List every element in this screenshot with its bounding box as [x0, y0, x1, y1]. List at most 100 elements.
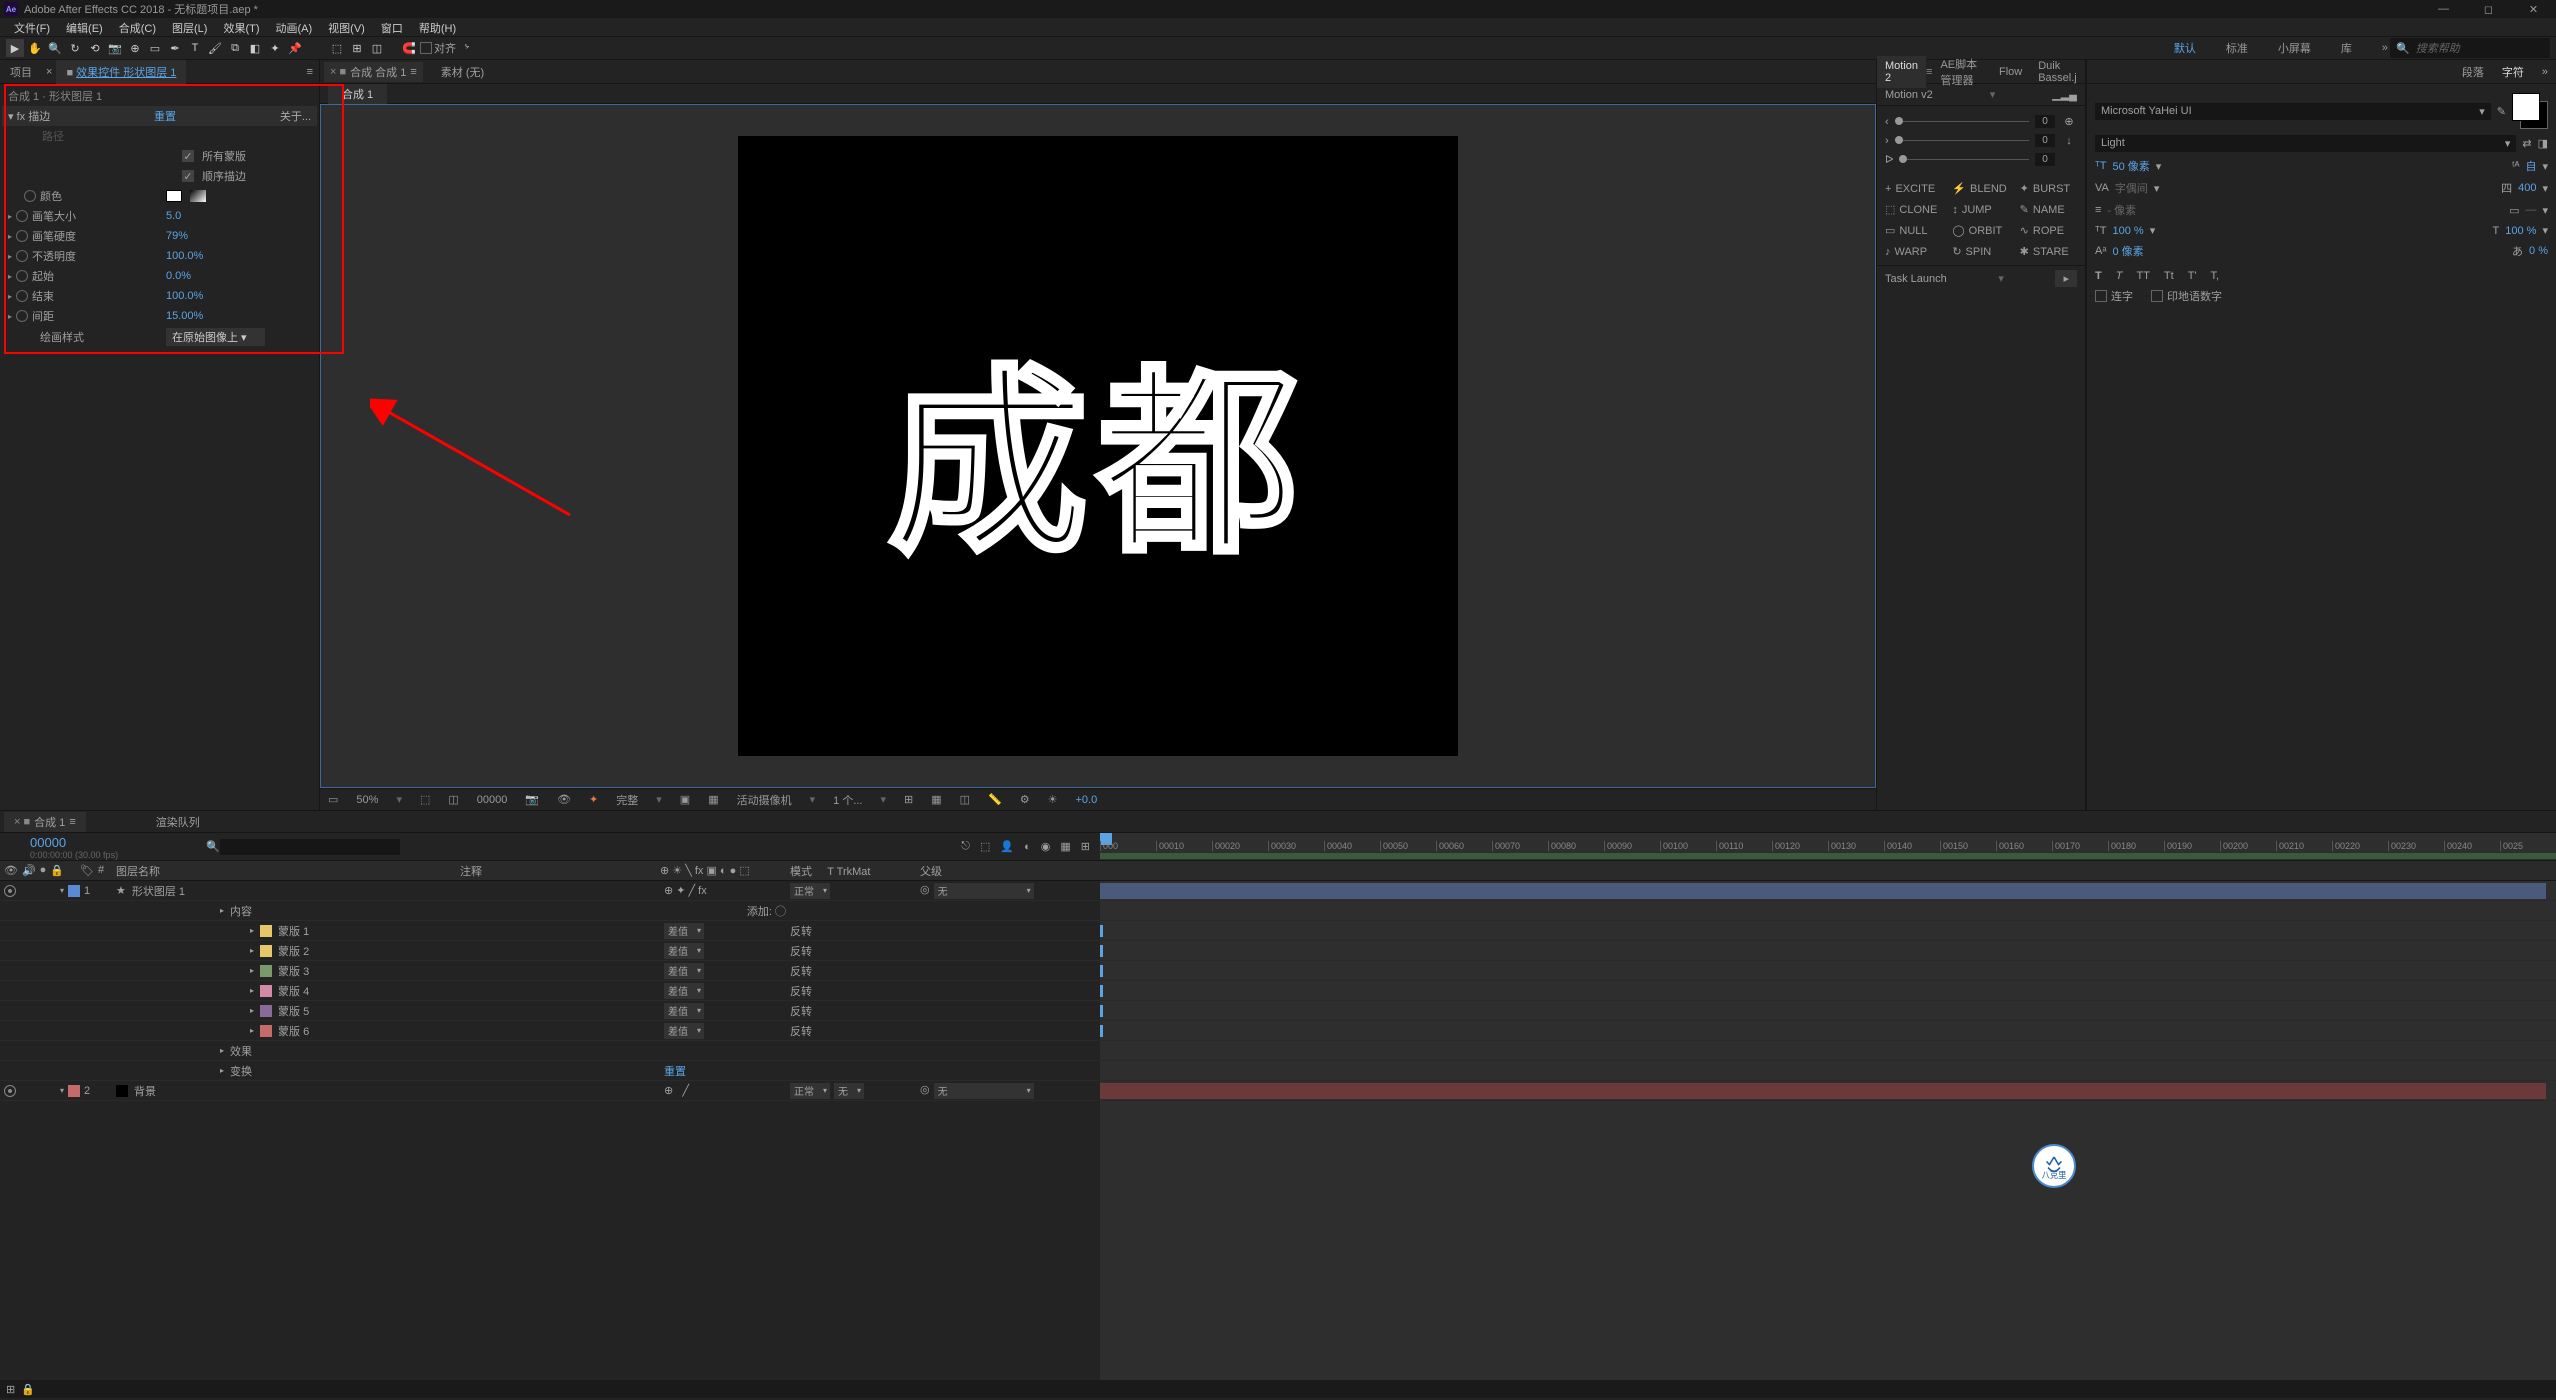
tab-close-icon[interactable]: ×: [42, 66, 56, 78]
rotate-tool[interactable]: ⟲: [86, 39, 104, 57]
layer-row[interactable]: ▸蒙版 6差值反转: [0, 1021, 1100, 1041]
motion-tool-orbit[interactable]: ◯ORBIT: [1948, 221, 2013, 240]
stopwatch-end[interactable]: [16, 290, 28, 302]
stopwatch-brush-size[interactable]: [16, 210, 28, 222]
timeline-tab-comp[interactable]: × ■ 合成 1 ≡: [4, 812, 86, 832]
text-tool[interactable]: T: [186, 39, 204, 57]
mask-mode-dropdown[interactable]: 差值: [664, 1003, 704, 1019]
mask-mode-dropdown[interactable]: 差值: [664, 923, 704, 939]
hand-tool[interactable]: ✋: [26, 39, 44, 57]
motion-tool-stare[interactable]: ✱STARE: [2016, 242, 2081, 261]
blend-mode-dropdown[interactable]: 正常: [790, 1083, 830, 1099]
small-caps-button[interactable]: Tt: [2164, 270, 2174, 282]
vscale-value[interactable]: 100 %: [2112, 225, 2143, 237]
slider1-value[interactable]: 0: [2035, 115, 2055, 128]
layer-row[interactable]: ▸蒙版 1差值反转: [0, 921, 1100, 941]
zoom-tool[interactable]: 🔍: [46, 39, 64, 57]
col-label-icon[interactable]: 🏷: [80, 864, 94, 877]
prop-end-value[interactable]: 100.0%: [166, 290, 203, 302]
status-icon1[interactable]: ⊞: [6, 1383, 15, 1396]
tab-character[interactable]: 字符: [2502, 64, 2524, 80]
camera-tool[interactable]: 📷: [106, 39, 124, 57]
default-colors-icon[interactable]: ◨: [2538, 137, 2548, 150]
keyframe-marker[interactable]: [1100, 1005, 1103, 1017]
shy-icon[interactable]: 👤: [1000, 840, 1014, 853]
quality-display[interactable]: 完整: [616, 792, 638, 808]
menu-window[interactable]: 窗口: [373, 18, 411, 36]
prop-opacity-value[interactable]: 100.0%: [166, 250, 203, 262]
graph-editor-icon[interactable]: ▦: [1060, 840, 1070, 853]
layer-row[interactable]: ▸蒙版 3差值反转: [0, 961, 1100, 981]
col-lock-icon[interactable]: 🔒: [50, 864, 64, 877]
timeline-track[interactable]: [1100, 1041, 2556, 1061]
mask-mode-dropdown[interactable]: 差值: [664, 943, 704, 959]
layer-row[interactable]: ▸蒙版 2差值反转: [0, 941, 1100, 961]
menu-edit[interactable]: 编辑(E): [58, 18, 111, 36]
slider3-track[interactable]: [1899, 159, 2029, 160]
stopwatch-opacity[interactable]: [16, 250, 28, 262]
hscale-value[interactable]: 100 %: [2505, 225, 2536, 237]
motion-tool-blend[interactable]: ⚡BLEND: [1948, 179, 2013, 198]
timeline-track[interactable]: [1100, 881, 2556, 901]
draft3d-icon[interactable]: ⬚: [980, 840, 990, 853]
workspace-library[interactable]: 库: [2341, 40, 2352, 56]
faux-bold-button[interactable]: T: [2095, 270, 2102, 282]
col-comment-header[interactable]: 注释: [460, 863, 660, 879]
effect-about-link[interactable]: 关于...: [280, 108, 311, 124]
label-color[interactable]: [68, 1085, 80, 1097]
composition-canvas[interactable]: 成都: [738, 136, 1458, 756]
layer-row[interactable]: ▸蒙版 5差值反转: [0, 1001, 1100, 1021]
motion-tool-burst[interactable]: ✦BURST: [2016, 179, 2081, 198]
col-switches-header[interactable]: ⊕ ☀ ╲ fx ▣ ◐ ● ⬚: [660, 864, 790, 877]
eyedropper-font-icon[interactable]: ✎: [2497, 105, 2506, 118]
tracking-value[interactable]: 400: [2518, 182, 2536, 194]
keyframe-marker[interactable]: [1100, 945, 1103, 957]
all-caps-button[interactable]: TT: [2136, 270, 2149, 282]
col-name-header[interactable]: 图层名称: [110, 863, 460, 879]
viewer-tab-footage[interactable]: 素材 (无): [435, 62, 490, 82]
trkmat-dropdown[interactable]: 无: [834, 1083, 864, 1099]
eye-icon[interactable]: [4, 885, 16, 897]
col-parent-header[interactable]: 父级: [920, 863, 1100, 879]
alpha-icon[interactable]: ◫: [448, 793, 458, 806]
triangle-icon[interactable]: ▸: [8, 212, 12, 221]
status-icon2[interactable]: 🔒: [21, 1383, 35, 1396]
slider2-track[interactable]: [1895, 140, 2029, 141]
comp-flowchart-icon[interactable]: ⎋: [961, 840, 970, 853]
safe-icon[interactable]: ⊞: [904, 793, 913, 806]
work-area-bar[interactable]: [1100, 853, 2556, 859]
motion-tool-spin[interactable]: ↻SPIN: [1948, 242, 2013, 261]
font-size-value[interactable]: 50 像素: [2112, 158, 2149, 174]
brain-icon[interactable]: ⊞: [1081, 840, 1090, 853]
col-visibility-icon[interactable]: 👁: [4, 864, 18, 877]
keyframe-marker[interactable]: [1100, 925, 1103, 937]
pen-tool[interactable]: ✒: [166, 39, 184, 57]
timeline-track[interactable]: [1100, 1061, 2556, 1081]
snapshot-icon[interactable]: 📷: [525, 793, 539, 806]
layer-row[interactable]: ▸效果: [0, 1041, 1100, 1061]
roto-tool[interactable]: ✦: [266, 39, 284, 57]
menu-layer[interactable]: 图层(L): [164, 18, 215, 36]
effect-reset-link[interactable]: 重置: [154, 108, 176, 124]
weight-dropdown[interactable]: Light▾: [2095, 135, 2516, 152]
project-tab[interactable]: 项目: [0, 60, 42, 84]
motion-tool-clone[interactable]: ⬚CLONE: [1881, 200, 1946, 219]
label-color[interactable]: [68, 885, 80, 897]
menu-animation[interactable]: 动画(A): [268, 18, 321, 36]
viewer-tab-comp[interactable]: × ■ 合成 合成 1 ≡: [324, 62, 423, 82]
snap-ext-icon[interactable]: ᔾ: [458, 39, 476, 57]
timeline-track[interactable]: [1100, 901, 2556, 921]
grid-icon[interactable]: ▦: [931, 793, 941, 806]
color-icon[interactable]: ✦: [589, 793, 598, 806]
timeline-track[interactable]: [1100, 961, 2556, 981]
stroke-align-icon[interactable]: ≡: [2095, 204, 2101, 216]
motion-tool-rope[interactable]: ∿ROPE: [2016, 221, 2081, 240]
selection-tool[interactable]: ▶: [6, 39, 24, 57]
stopwatch-spacing[interactable]: [16, 310, 28, 322]
snap-icon[interactable]: 🧲: [400, 39, 418, 57]
col-trkmat-header[interactable]: T TrkMat: [827, 866, 870, 878]
keyframe-marker[interactable]: [1100, 1025, 1103, 1037]
views-display[interactable]: 1 个...: [833, 792, 862, 808]
show-snap-icon[interactable]: 👁: [557, 793, 571, 806]
layer-row[interactable]: ▸蒙版 4差值反转: [0, 981, 1100, 1001]
